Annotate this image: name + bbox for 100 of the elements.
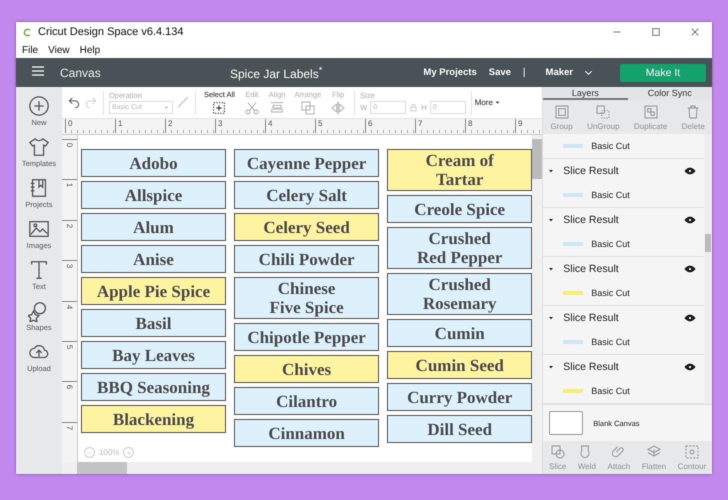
spice-label: Dill Seed	[387, 415, 532, 443]
ruler-label: 4	[64, 304, 74, 309]
ungroup-icon	[595, 104, 612, 120]
panel-tab[interactable]: Color Sync	[628, 87, 712, 100]
spice-label: Celery Seed	[234, 213, 380, 241]
caret-down-icon	[547, 265, 556, 273]
menu-item[interactable]: File	[22, 44, 38, 56]
layer-name[interactable]: Basic Cut	[591, 288, 630, 298]
eye-icon	[684, 165, 696, 177]
dotted-square-icon	[211, 100, 228, 116]
spice-label: Cilantro	[234, 387, 380, 415]
image-icon	[28, 218, 50, 240]
plus-icon	[28, 95, 50, 117]
trash-icon	[685, 104, 702, 120]
visibility-toggle[interactable]	[684, 312, 696, 324]
pen-icon	[176, 94, 190, 108]
layer-name[interactable]: Basic Cut	[591, 141, 630, 151]
visibility-toggle[interactable]	[684, 214, 696, 226]
spice-label: Celery Salt	[234, 181, 380, 209]
visibility-toggle[interactable]	[684, 361, 696, 373]
layer-group-name[interactable]: Slice Result	[563, 361, 678, 373]
spice-label: Adobo	[80, 149, 226, 177]
contour-icon	[684, 444, 700, 460]
ruler-label: 5	[64, 344, 74, 350]
ruler-label: 8	[464, 119, 515, 133]
canvas-swatch[interactable]	[549, 411, 584, 435]
layer-name[interactable]: Basic Cut	[591, 190, 630, 200]
eye-icon	[684, 214, 696, 226]
window-title: Cricut Design Space v6.4.134	[38, 26, 184, 38]
logo-icon	[22, 26, 33, 38]
ruler-label: 7	[64, 425, 74, 430]
spice-label: Chinese Five Spice	[234, 277, 380, 319]
spice-label: Blackening	[80, 405, 226, 433]
visibility-toggle[interactable]	[684, 165, 696, 177]
shirt-icon	[28, 136, 50, 158]
ruler-label: 1	[64, 183, 74, 188]
ruler-label: 6	[364, 119, 415, 133]
caret-down-icon	[162, 104, 170, 111]
close-icon	[690, 27, 700, 37]
visibility-toggle[interactable]	[684, 263, 696, 275]
spice-label: Anise	[80, 245, 226, 273]
layers-icon	[300, 100, 316, 116]
layer-group-name[interactable]: Slice Result	[563, 263, 678, 275]
spice-label: Cream of Tartar	[387, 149, 532, 191]
header-link[interactable]: Save	[488, 67, 511, 78]
eye-icon	[684, 312, 696, 324]
duplicate-icon	[642, 104, 659, 120]
layer-name[interactable]: Basic Cut	[591, 337, 630, 347]
separator-text: |	[522, 67, 526, 78]
make-it-button[interactable]: Make It	[620, 64, 706, 82]
scissors-icon	[244, 100, 260, 116]
ruler-label: 0	[64, 142, 74, 148]
spice-label: Apple Pie Spice	[80, 277, 226, 305]
maximize-icon	[651, 27, 661, 37]
layer-name[interactable]: Basic Cut	[591, 239, 630, 249]
ruler-label: 1	[114, 119, 165, 133]
spice-label: Crushed Rosemary	[387, 273, 532, 315]
ruler-label: 7	[414, 119, 465, 133]
ruler-label: 5	[314, 119, 365, 133]
align-icon	[269, 100, 286, 116]
ruler-label: 6	[64, 385, 74, 390]
ruler-label: 3	[64, 264, 74, 268]
layer-group-name[interactable]: Slice Result	[563, 214, 678, 226]
caret-down-icon	[547, 363, 556, 371]
layer-group-name[interactable]: Slice Result	[563, 312, 678, 324]
spice-label: Cumin	[387, 319, 532, 347]
spice-label: Cumin Seed	[387, 351, 532, 379]
ruler-label: 4	[264, 119, 315, 133]
caret-down-icon	[547, 216, 556, 224]
menu-item[interactable]: View	[48, 44, 70, 56]
ruler-label: 0	[64, 119, 115, 133]
spice-label: Bay Leaves	[80, 341, 226, 369]
menu-item[interactable]: Help	[80, 44, 100, 56]
spice-label: Alum	[80, 213, 226, 241]
spice-label: Basil	[80, 309, 226, 337]
zoom-level: 100%	[98, 448, 120, 457]
scrollbar-thumb[interactable]	[705, 234, 711, 252]
spice-label: BBQ Seasoning	[80, 373, 226, 401]
layer-name[interactable]: Basic Cut	[591, 386, 630, 396]
caret-down-icon	[494, 99, 501, 106]
flip-icon	[330, 100, 346, 116]
ruler-label: 2	[164, 119, 215, 133]
spice-label: Cinnamon	[234, 419, 380, 447]
spice-label: Chili Powder	[234, 245, 380, 273]
spice-label: Chives	[234, 355, 380, 383]
spice-label: Curry Powder	[387, 383, 532, 411]
layer-group-name[interactable]: Slice Result	[563, 165, 678, 177]
more-button[interactable]: More	[472, 98, 504, 107]
slice-icon	[550, 444, 566, 460]
eye-icon	[684, 361, 696, 373]
scrollbar-thumb[interactable]	[76, 462, 127, 474]
machine-dropdown[interactable]: Maker	[540, 66, 600, 79]
spice-label: Chipotle Pepper	[234, 323, 380, 351]
scrollbar-thumb[interactable]	[532, 139, 542, 179]
caret-down-icon	[547, 167, 556, 175]
spice-label: Crushed Red Pepper	[387, 227, 532, 269]
ruler-label: 2	[64, 224, 74, 228]
project-title: Spice Jar Labels$^{*}$	[230, 64, 324, 80]
lock-icon	[409, 103, 418, 112]
header-link[interactable]: My Projects	[423, 67, 477, 78]
